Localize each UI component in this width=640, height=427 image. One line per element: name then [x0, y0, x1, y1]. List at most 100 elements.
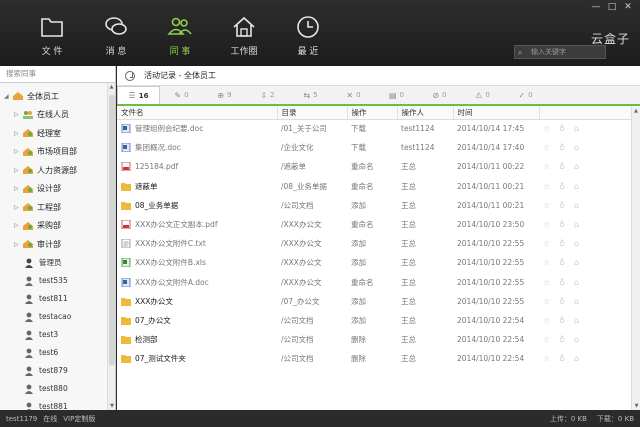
filter-warning[interactable]: ⚠ 0 [461, 86, 504, 104]
scroll-down-icon[interactable]: ▼ [108, 402, 116, 410]
star-icon[interactable]: ☆ [543, 182, 550, 191]
filter-edit[interactable]: ✎ 0 [160, 86, 203, 104]
bulb-icon[interactable]: ♁ [559, 220, 565, 229]
nav-files[interactable]: 文 件 [26, 14, 78, 64]
col-header-dir[interactable]: 目录 [277, 106, 348, 120]
collapse-arrow-icon[interactable]: ▷ [14, 204, 22, 211]
table-row[interactable]: XXX办公文/07_办公文 添加 王总 2014/10/10 22:55 ☆ ♁ ⌂ [117, 292, 631, 311]
lock-icon[interactable]: ⌂ [574, 258, 579, 267]
close-button[interactable]: ✕ [622, 2, 634, 12]
tree-dept[interactable]: ▷ 在线人员 [0, 106, 115, 125]
cell-filename[interactable]: 检测部 [117, 330, 277, 349]
table-row[interactable]: 07_测试文件夹/公司文档 删除 王总 2014/10/10 22:54 ☆ ♁ ⌂ [117, 349, 631, 368]
tree-root[interactable]: ◢ 全体员工 [0, 87, 115, 106]
collapse-arrow-icon[interactable]: ▷ [14, 241, 22, 248]
lock-icon[interactable]: ⌂ [574, 162, 579, 171]
scroll-up-icon[interactable]: ▲ [632, 107, 640, 115]
table-row[interactable]: XXX办公文附件B.xls/XXX办公文 添加 王总 2014/10/10 22:55… [117, 253, 631, 272]
bulb-icon[interactable]: ♁ [559, 258, 565, 267]
star-icon[interactable]: ☆ [543, 220, 550, 229]
star-icon[interactable]: ☆ [543, 162, 550, 171]
minimize-button[interactable]: — [590, 2, 602, 12]
expand-arrow-icon[interactable]: ◢ [4, 93, 12, 100]
lock-icon[interactable]: ⌂ [574, 124, 579, 133]
lock-icon[interactable]: ⌂ [574, 278, 579, 287]
scroll-up-icon[interactable]: ▲ [108, 83, 115, 91]
scroll-down-icon[interactable]: ▼ [632, 402, 640, 410]
bulb-icon[interactable]: ♁ [559, 201, 565, 210]
cell-filename[interactable]: XXX办公文附件C.txt [117, 234, 277, 253]
star-icon[interactable]: ☆ [543, 316, 550, 325]
filter-rename[interactable]: ⇆ 5 [289, 86, 332, 104]
lock-icon[interactable]: ⌂ [574, 201, 579, 210]
tree-dept[interactable]: ▷ 工程部 [0, 198, 115, 217]
bulb-icon[interactable]: ♁ [559, 143, 565, 152]
filter-block[interactable]: ⊘ 0 [418, 86, 461, 104]
bulb-icon[interactable]: ♁ [559, 182, 565, 191]
cell-filename[interactable]: XXX办公文附件B.xls [117, 253, 277, 272]
lock-icon[interactable]: ⌂ [574, 297, 579, 306]
filter-download[interactable]: ⇩ 2 [246, 86, 289, 104]
tree-person[interactable]: test880 [0, 380, 115, 398]
tree-dept[interactable]: ▷ 审计部 [0, 235, 115, 254]
cell-filename[interactable]: 集团概况.doc [117, 138, 277, 157]
filter-delete[interactable]: ✕ 0 [332, 86, 375, 104]
cell-filename[interactable]: 08_业务单据 [117, 196, 277, 215]
collapse-arrow-icon[interactable]: ▷ [14, 130, 22, 137]
table-row[interactable]: XXX办公文附件C.txt/XXX办公文 添加 王总 2014/10/10 22:55… [117, 234, 631, 253]
table-row[interactable]: XXX办公文附件A.doc/XXX办公文 重命名 王总 2014/10/10 22:5… [117, 273, 631, 292]
lock-icon[interactable]: ⌂ [574, 316, 579, 325]
table-row[interactable]: 管理组例会纪要.doc/01_关于公司 下载 test1124 2014/10/14 … [117, 119, 631, 138]
filter-done[interactable]: ✓ 0 [504, 86, 547, 104]
cell-filename[interactable]: 遮蔽单 [117, 177, 277, 196]
bulb-icon[interactable]: ♁ [559, 316, 565, 325]
tree-person[interactable]: testacao [0, 308, 115, 326]
table-row[interactable]: 集团概况.doc/企业文化 下载 test1124 2014/10/14 17:40 ☆… [117, 138, 631, 157]
nav-recent[interactable]: 最 近 [282, 14, 334, 64]
table-row[interactable]: 07_办公文/公司文档 添加 王总 2014/10/10 22:54 ☆ ♁ ⌂ [117, 311, 631, 330]
filter-all[interactable]: ☰ 16 [117, 86, 160, 104]
bulb-icon[interactable]: ♁ [559, 335, 565, 344]
maximize-button[interactable]: □ [606, 2, 618, 12]
cell-filename[interactable]: 125184.pdf [117, 157, 277, 176]
sidebar-scrollbar[interactable]: ▲ ▼ [107, 83, 115, 410]
lock-icon[interactable]: ⌂ [574, 335, 579, 344]
tree-person[interactable]: test6 [0, 344, 115, 362]
lock-icon[interactable]: ⌂ [574, 182, 579, 191]
keyword-search-input[interactable]: ⌕ 输入关键字 [514, 45, 606, 59]
col-header-time[interactable]: 时间 [453, 106, 540, 120]
tree-dept[interactable]: ▷ 市场项目部 [0, 143, 115, 162]
sidebar-scroll-thumb[interactable] [109, 95, 115, 365]
tree-dept[interactable]: ▷ 设计部 [0, 180, 115, 199]
filter-version[interactable]: ▤ 0 [375, 86, 418, 104]
tree-person[interactable]: 管理员 [0, 254, 115, 272]
tree-dept[interactable]: ▷ 采购部 [0, 217, 115, 236]
star-icon[interactable]: ☆ [543, 278, 550, 287]
nav-workcircle[interactable]: 工作圈 [218, 14, 270, 64]
star-icon[interactable]: ☆ [543, 297, 550, 306]
star-icon[interactable]: ☆ [543, 354, 550, 363]
tree-dept[interactable]: ▷ 经理室 [0, 124, 115, 143]
col-header-name[interactable]: 文件名 [117, 106, 278, 120]
lock-icon[interactable]: ⌂ [574, 220, 579, 229]
tree-dept[interactable]: ▷ 人力资源部 [0, 161, 115, 180]
star-icon[interactable]: ☆ [543, 201, 550, 210]
bulb-icon[interactable]: ♁ [559, 297, 565, 306]
star-icon[interactable]: ☆ [543, 335, 550, 344]
nav-messages[interactable]: 消 息 [90, 14, 142, 64]
lock-icon[interactable]: ⌂ [574, 239, 579, 248]
star-icon[interactable]: ☆ [543, 143, 550, 152]
table-row[interactable]: 遮蔽单/08_业务单据 重命名 王总 2014/10/11 00:21 ☆ ♁ ⌂ [117, 177, 631, 196]
lock-icon[interactable]: ⌂ [574, 143, 579, 152]
cell-filename[interactable]: XXX办公文正文副本.pdf [117, 215, 277, 234]
tree-person[interactable]: test879 [0, 362, 115, 380]
bulb-icon[interactable]: ♁ [559, 278, 565, 287]
table-row[interactable]: 检测部/公司文档 删除 王总 2014/10/10 22:54 ☆ ♁ ⌂ [117, 330, 631, 349]
cell-filename[interactable]: XXX办公文附件A.doc [117, 273, 277, 292]
collapse-arrow-icon[interactable]: ▷ [14, 185, 22, 192]
table-row[interactable]: 125184.pdf/遮蔽单 重命名 王总 2014/10/11 00:22 ☆ ♁ ⌂ [117, 157, 631, 176]
tree-person[interactable]: test3 [0, 326, 115, 344]
bulb-icon[interactable]: ♁ [559, 354, 565, 363]
star-icon[interactable]: ☆ [543, 124, 550, 133]
tree-person[interactable]: test811 [0, 290, 115, 308]
